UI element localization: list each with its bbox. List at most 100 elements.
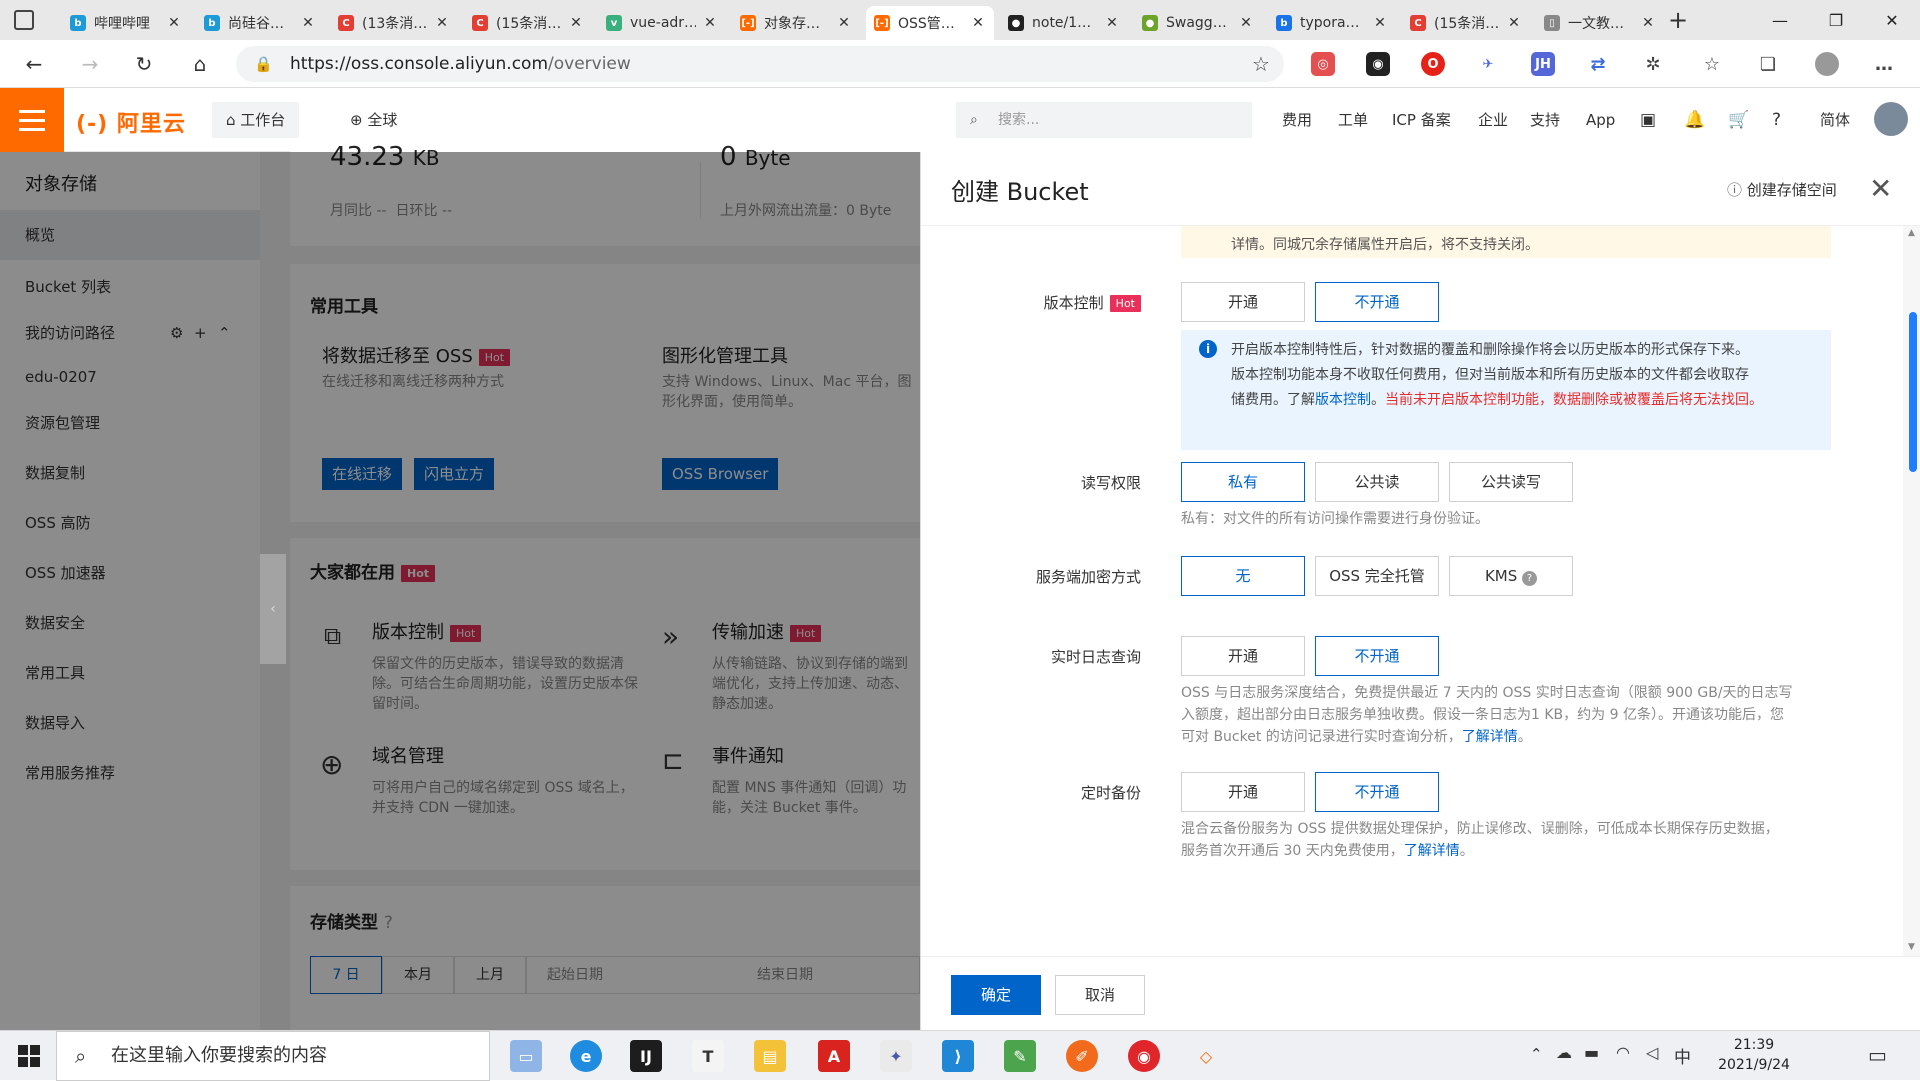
extension-icon[interactable]: ✈: [1476, 52, 1500, 76]
top-link-app[interactable]: App: [1586, 102, 1615, 138]
intellij-icon[interactable]: IJ: [630, 1040, 662, 1072]
scroll-up-icon[interactable]: ▲: [1908, 228, 1915, 238]
taskbar-search-input[interactable]: ⌕ 在这里输入你要搜索的内容: [56, 1031, 490, 1081]
restore-icon[interactable]: ❐: [1808, 0, 1864, 40]
browser-tab[interactable]: v vue-adr… ✕: [598, 6, 726, 40]
language-switch[interactable]: 简体: [1820, 102, 1850, 138]
favorite-add-icon[interactable]: ☆: [1252, 52, 1270, 76]
browser-tab[interactable]: [-] OSS管… ✕: [866, 6, 994, 40]
battery-icon[interactable]: ▬: [1584, 1043, 1599, 1062]
netease-music-icon[interactable]: ◉: [1128, 1040, 1160, 1072]
menu-hamburger-icon[interactable]: [0, 88, 64, 152]
browser-tab[interactable]: ● note/1… ✕: [1000, 6, 1128, 40]
console-search-input[interactable]: ⌕ 搜索...: [956, 102, 1252, 138]
new-tab-icon[interactable]: +: [1668, 6, 1688, 34]
app-icon[interactable]: ✐: [1066, 1040, 1098, 1072]
terminal-icon[interactable]: ▣: [1640, 102, 1656, 138]
scroll-down-icon[interactable]: ▼: [1908, 942, 1915, 952]
taskbar-app-icon[interactable]: ▭: [510, 1040, 542, 1072]
drawer-scrollbar[interactable]: ▲ ▼: [1903, 226, 1920, 956]
home-icon[interactable]: ⌂: [184, 48, 216, 80]
versioning-off-option[interactable]: 不开通: [1315, 282, 1439, 322]
close-tab-icon[interactable]: ✕: [300, 15, 316, 31]
browser-tab[interactable]: C (15条消… ✕: [464, 6, 592, 40]
browser-tab[interactable]: C (15条消… ✕: [1402, 6, 1530, 40]
app-icon[interactable]: ◇: [1190, 1040, 1222, 1072]
close-tab-icon[interactable]: ✕: [1640, 15, 1656, 31]
close-icon[interactable]: ✕: [1869, 172, 1892, 205]
close-tab-icon[interactable]: ✕: [1238, 15, 1254, 31]
close-tab-icon[interactable]: ✕: [836, 15, 852, 31]
close-tab-icon[interactable]: ✕: [1104, 15, 1120, 31]
encryption-none-option[interactable]: 无: [1181, 556, 1305, 596]
backup-off-option[interactable]: 不开通: [1315, 772, 1439, 812]
minimize-icon[interactable]: —: [1752, 0, 1808, 40]
volume-icon[interactable]: ◁: [1646, 1043, 1658, 1062]
extension-icon[interactable]: ◎: [1311, 52, 1335, 76]
menu-more-icon[interactable]: …: [1872, 52, 1896, 76]
vscode-icon[interactable]: ⟩: [942, 1040, 974, 1072]
notification-center-icon[interactable]: ▭: [1868, 1043, 1887, 1067]
region-selector[interactable]: ⊕ 全球: [336, 102, 411, 138]
browser-tab[interactable]: ▯ 一文教… ✕: [1536, 6, 1664, 40]
backup-learn-more-link[interactable]: 了解详情: [1404, 843, 1460, 859]
top-link-enterprise[interactable]: 企业: [1478, 102, 1508, 138]
chevron-up-icon[interactable]: ⌃: [1530, 1045, 1543, 1063]
clock[interactable]: 21:39 2021/9/24: [1706, 1035, 1802, 1075]
close-tab-icon[interactable]: ✕: [1372, 15, 1388, 31]
versioning-doc-link[interactable]: 版本控制: [1315, 392, 1371, 408]
scrollbar-thumb[interactable]: [1909, 312, 1917, 472]
browser-tab[interactable]: b 哔哩哔哩 ✕: [62, 6, 190, 40]
favorites-icon[interactable]: ☆: [1700, 52, 1724, 76]
close-tab-icon[interactable]: ✕: [166, 15, 182, 31]
browser-tab[interactable]: b typora… ✕: [1268, 6, 1396, 40]
close-tab-icon[interactable]: ✕: [1506, 15, 1522, 31]
extension-icon[interactable]: JH: [1531, 52, 1555, 76]
edge-icon[interactable]: e: [570, 1040, 602, 1072]
versioning-on-option[interactable]: 开通: [1181, 282, 1305, 322]
modal-backdrop[interactable]: ‹: [0, 152, 920, 1030]
top-link-tickets[interactable]: 工单: [1338, 102, 1368, 138]
extension-icon[interactable]: O: [1421, 52, 1445, 76]
bell-icon[interactable]: 🔔: [1684, 102, 1705, 138]
cancel-button[interactable]: 取消: [1055, 975, 1145, 1015]
cart-icon[interactable]: 🛒: [1728, 102, 1749, 138]
browser-tab[interactable]: ● Swagg… ✕: [1134, 6, 1262, 40]
lock-icon[interactable]: 🔒: [254, 46, 273, 82]
browser-tab[interactable]: b 尚硅谷… ✕: [196, 6, 324, 40]
realtime-log-learn-more-link[interactable]: 了解详情: [1462, 729, 1518, 745]
ime-indicator[interactable]: 中: [1674, 1043, 1691, 1068]
acrobat-icon[interactable]: A: [818, 1040, 850, 1072]
close-tab-icon[interactable]: ✕: [970, 15, 986, 31]
create-bucket-help-link[interactable]: ⓘ 创建存储空间: [1727, 179, 1837, 200]
wifi-icon[interactable]: ◠: [1616, 1043, 1630, 1062]
typora-icon[interactable]: T: [692, 1040, 724, 1072]
question-icon[interactable]: ?: [1522, 571, 1538, 586]
tab-actions-icon[interactable]: [14, 10, 34, 30]
confirm-button[interactable]: 确定: [951, 975, 1041, 1015]
windows-start-icon[interactable]: [18, 1045, 40, 1067]
backup-on-option[interactable]: 开通: [1181, 772, 1305, 812]
close-tab-icon[interactable]: ✕: [434, 15, 450, 31]
close-window-icon[interactable]: ✕: [1864, 0, 1920, 40]
collapse-sidebar-handle[interactable]: ‹: [260, 554, 286, 664]
url-field[interactable]: 🔒 https://oss.console.aliyun.com/overview: [236, 46, 1284, 82]
extension-icon[interactable]: ◉: [1366, 52, 1390, 76]
help-icon[interactable]: ?: [1772, 102, 1781, 138]
top-link-icp[interactable]: ICP 备案: [1392, 102, 1451, 138]
app-icon[interactable]: ✦: [880, 1040, 912, 1072]
extensions-icon[interactable]: ✲: [1641, 52, 1665, 76]
file-explorer-icon[interactable]: ▤: [754, 1040, 786, 1072]
back-icon[interactable]: ←: [18, 48, 50, 80]
acl-public-read-option[interactable]: 公共读: [1315, 462, 1439, 502]
realtime-log-off-option[interactable]: 不开通: [1315, 636, 1439, 676]
user-avatar[interactable]: [1874, 102, 1908, 136]
reload-icon[interactable]: ↻: [128, 48, 160, 80]
encryption-kms-option[interactable]: KMS ?: [1449, 556, 1573, 596]
close-tab-icon[interactable]: ✕: [568, 15, 584, 31]
profile-avatar[interactable]: [1815, 52, 1839, 76]
workbench-button[interactable]: ⌂ 工作台: [212, 102, 300, 138]
app-icon[interactable]: ✎: [1004, 1040, 1036, 1072]
aliyun-logo[interactable]: (-) 阿里云: [76, 106, 186, 137]
realtime-log-on-option[interactable]: 开通: [1181, 636, 1305, 676]
